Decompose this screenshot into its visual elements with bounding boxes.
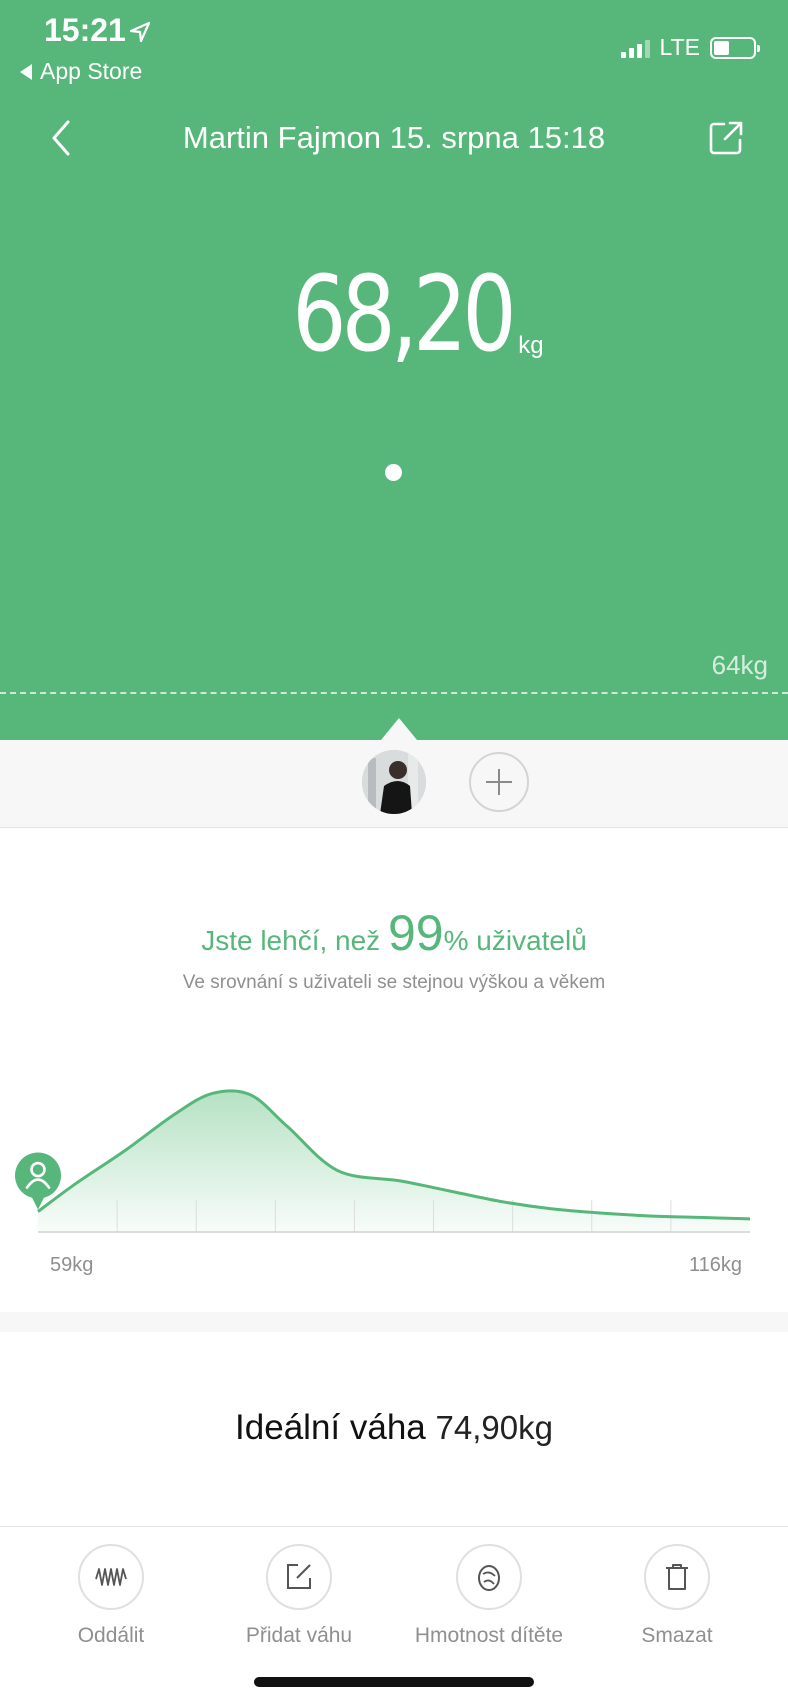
delete-button[interactable]: Smazat [582, 1544, 772, 1648]
weight-unit: kg [518, 332, 544, 359]
network-label: LTE [659, 34, 700, 60]
zoom-out-label: Oddálit [77, 1624, 145, 1647]
location-arrow-icon [129, 21, 151, 43]
child-weight-label: Hmotnost dítěte [414, 1624, 564, 1647]
back-triangle-icon [20, 63, 32, 80]
page-indicator-dot [385, 464, 402, 481]
trash-icon [644, 1544, 710, 1610]
add-user-button[interactable] [469, 752, 529, 812]
delete-label: Smazat [641, 1624, 713, 1647]
zoom-out-button[interactable]: Oddálit [16, 1544, 206, 1648]
selected-user-pointer [381, 718, 417, 740]
comparison-percent: 99 [387, 905, 444, 961]
target-weight-line [0, 692, 788, 694]
ideal-weight: Ideální váha 74,90kg [0, 1408, 788, 1448]
edit-icon [266, 1544, 332, 1610]
x-axis-min-label: 59kg [50, 1254, 94, 1276]
comparison-subtitle: Ve srovnání s uživateli se stejnou výško… [182, 972, 606, 993]
signal-bars-icon [620, 38, 650, 58]
status-time: 15:21 [44, 12, 126, 48]
back-to-app-link[interactable]: App Store [20, 58, 142, 85]
child-weight-button[interactable]: Hmotnost dítěte [394, 1544, 584, 1648]
weight-value: 68,20 [292, 253, 517, 375]
target-weight-label: 64kg [711, 650, 768, 680]
share-icon[interactable] [708, 120, 744, 156]
ideal-weight-value: 74,90 [435, 1409, 519, 1446]
back-app-label: App Store [40, 58, 143, 84]
weight-distribution-chart [15, 1089, 751, 1233]
comparison-prefix: Jste lehčí, než [201, 925, 388, 956]
comparison-headline: Jste lehčí, než 99% uživatelů [0, 904, 788, 962]
weight-display: 68,20 kg [0, 262, 788, 366]
add-weight-label: Přidat váhu [245, 1624, 353, 1647]
add-weight-button[interactable]: Přidat váhu [204, 1544, 394, 1648]
comparison-suffix: % uživatelů [443, 925, 587, 956]
section-divider [0, 1312, 788, 1332]
avatar[interactable] [362, 750, 426, 814]
home-indicator [254, 1677, 534, 1687]
baby-icon [456, 1544, 522, 1610]
battery-icon [710, 36, 760, 59]
ideal-weight-unit: kg [518, 1409, 553, 1446]
ideal-weight-label: Ideální váha [235, 1408, 426, 1447]
status-indicators: LTE [620, 34, 760, 61]
waveform-icon [78, 1544, 144, 1610]
distribution-area [38, 1090, 750, 1232]
avatar-photo [362, 750, 426, 814]
x-axis-max-label: 116kg [688, 1254, 742, 1276]
page-title: Martin Fajmon 15. srpna 15:18 [182, 120, 606, 155]
